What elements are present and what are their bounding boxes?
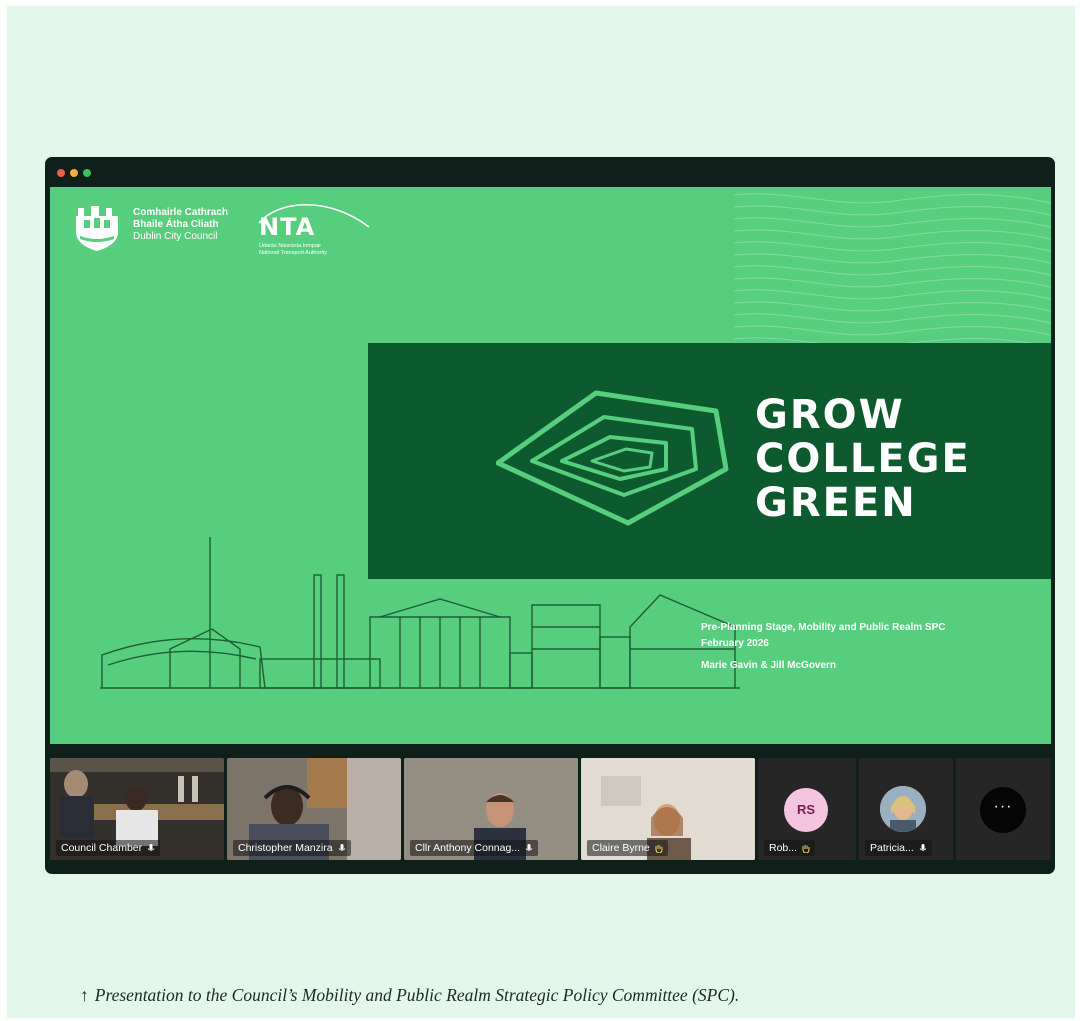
avatar-photo: [880, 786, 926, 832]
dcc-name-line1: Comhairle Cathrach: [133, 207, 229, 218]
dcc-name-line2: Bhaile Átha Cliath: [133, 219, 219, 230]
window-titlebar: [45, 157, 1055, 187]
raised-hand-icon: [655, 844, 663, 853]
dcc-crest-icon: [76, 206, 118, 251]
zoom-dot[interactable]: [83, 169, 91, 177]
participant-avatar: [880, 786, 926, 832]
participant-tile[interactable]: Claire Byrne: [581, 758, 755, 860]
caption-text: Presentation to the Council’s Mobility a…: [94, 985, 740, 1005]
participant-name-label: Christopher Manzira: [233, 840, 351, 856]
mic-icon: [338, 843, 345, 851]
participant-avatar: RS: [784, 788, 828, 832]
nta-subtitle-line2: National Transport Authority: [259, 250, 327, 256]
raised-hand-icon: [802, 844, 810, 853]
participant-tile[interactable]: Council Chamber: [50, 758, 224, 860]
participant-tile[interactable]: Christopher Manzira: [227, 758, 401, 860]
participant-name: Christopher Manzira: [238, 842, 333, 854]
more-participants-button[interactable]: ···: [980, 787, 1026, 833]
mic-icon: [147, 843, 155, 851]
nta-subtitle: Údarás Náisiúnta Iompair National Transp…: [259, 243, 327, 257]
dcc-name: Comhairle Cathrach Bhaile Átha Cliath Du…: [133, 207, 228, 243]
nta-wordmark: NTA: [259, 213, 316, 241]
close-dot[interactable]: [57, 169, 65, 177]
nta-subtitle-line1: Údarás Náisiúnta Iompair: [259, 243, 322, 249]
title-line2: COLLEGE: [755, 436, 971, 482]
date-line: February 2026: [701, 638, 769, 649]
participant-name: Claire Byrne: [592, 842, 650, 854]
more-participants-tile: ···: [956, 758, 1051, 860]
wave-pattern: [734, 193, 1051, 343]
title-line3: GREEN: [755, 480, 917, 526]
shared-slide: Comhairle Cathrach Bhaile Átha Cliath Du…: [50, 187, 1051, 744]
figure-caption: ↑ Presentation to the Council’s Mobility …: [80, 985, 739, 1006]
participant-name-label: Claire Byrne: [587, 840, 668, 856]
participant-name-label: Patricia...: [865, 840, 932, 856]
dcc-name-line3: Dublin City Council: [133, 231, 218, 242]
mic-icon: [525, 843, 533, 851]
stage-line: Pre-Planning Stage, Mobility and Public …: [701, 622, 946, 633]
participant-name: Cllr Anthony Connag...: [415, 842, 521, 854]
caption-arrow-icon: ↑: [80, 985, 89, 1005]
participant-strip: Council Chamber Christopher Manzira Cllr…: [50, 758, 1051, 860]
minimize-dot[interactable]: [70, 169, 78, 177]
participant-name: Council Chamber: [61, 842, 143, 854]
participant-name: Patricia...: [870, 842, 914, 854]
participant-name-label: Rob...: [764, 840, 816, 856]
participant-tile[interactable]: RS Rob...: [758, 758, 856, 860]
meeting-window: Comhairle Cathrach Bhaile Átha Cliath Du…: [45, 157, 1055, 874]
participant-tile[interactable]: Patricia...: [859, 758, 953, 860]
participant-tile[interactable]: Cllr Anthony Connag...: [404, 758, 578, 860]
participant-name: Rob...: [769, 842, 798, 854]
college-green-emblem-icon: [496, 390, 729, 526]
participant-name-label: Cllr Anthony Connag...: [410, 840, 539, 856]
dublin-skyline-illustration: [100, 537, 740, 689]
title-line1: GROW: [755, 392, 905, 438]
participant-name-label: Council Chamber: [56, 840, 161, 856]
presenters-line: Marie Gavin & Jill McGovern: [701, 660, 837, 671]
mic-icon: [919, 843, 927, 851]
